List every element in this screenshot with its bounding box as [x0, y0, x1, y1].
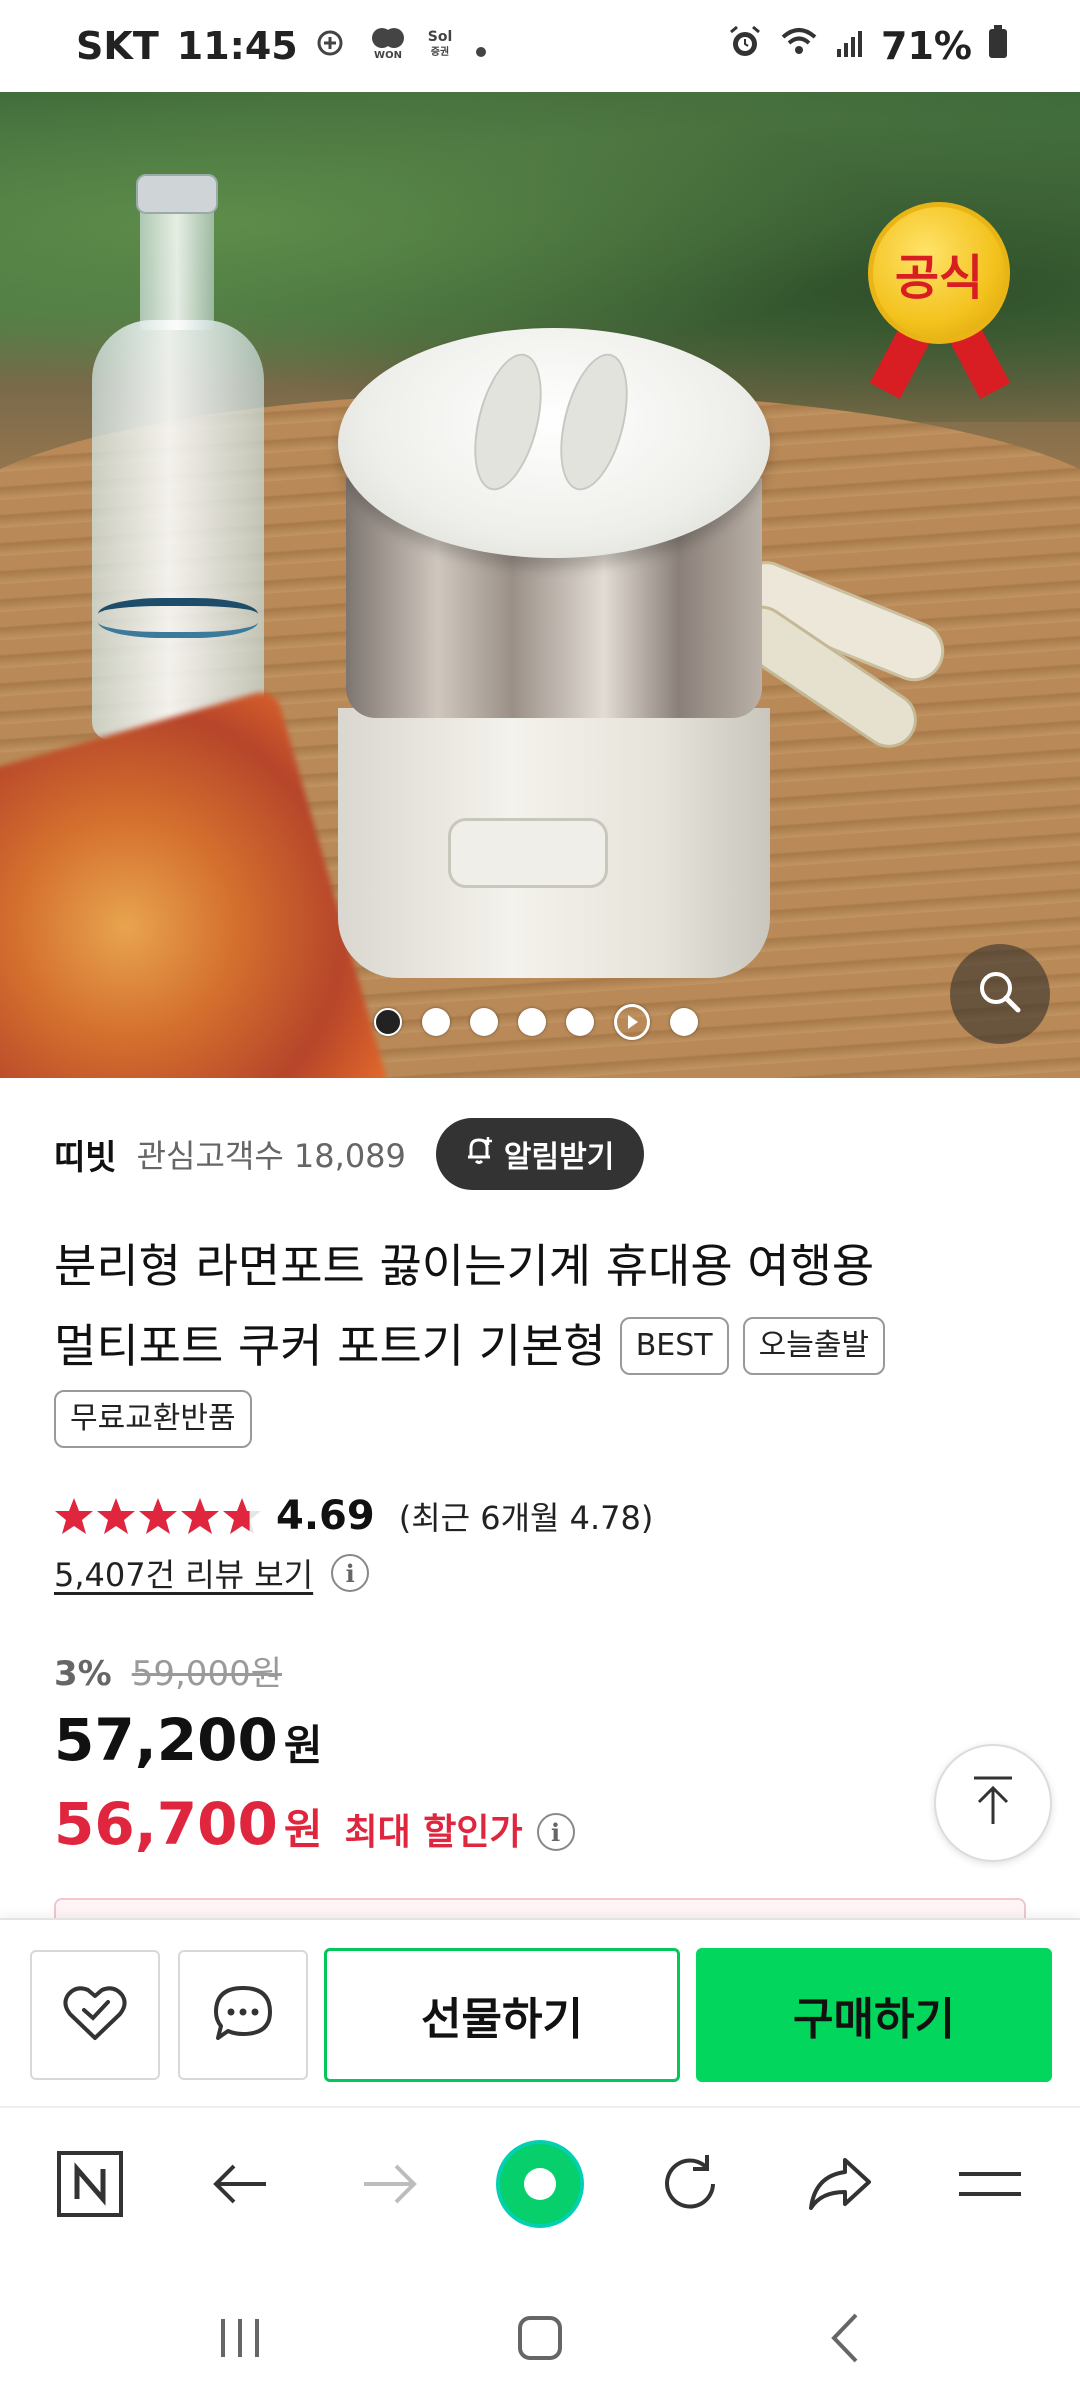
zoom-button[interactable] — [950, 944, 1050, 1044]
glass-bottle — [92, 174, 264, 740]
carousel-dot[interactable] — [670, 1008, 698, 1036]
recents-icon[interactable] — [200, 2298, 280, 2378]
star-icon — [139, 1498, 177, 1534]
talk-talk-button[interactable] — [178, 1950, 308, 2080]
sale-price: 57,200 — [54, 1706, 278, 1774]
product-title-line1: 분리형 라면포트 끓이는기계 휴대용 여행용 — [54, 1239, 875, 1293]
discount-percent: 3% — [54, 1654, 112, 1694]
star-icon — [181, 1498, 219, 1534]
official-badge-text: 공식 — [894, 250, 984, 306]
buy-button[interactable]: 구매하기 — [696, 1948, 1052, 2082]
carousel-dot[interactable] — [566, 1008, 594, 1036]
tag-free-return: 무료교환반품 — [54, 1390, 252, 1448]
browser-toolbar — [0, 2106, 1080, 2258]
green-dot-icon[interactable] — [496, 2140, 584, 2228]
wishlist-button[interactable] — [30, 1950, 160, 2080]
svg-text:Sol: Sol — [427, 29, 452, 45]
wifi-icon — [779, 24, 819, 68]
star-icon — [97, 1498, 135, 1534]
arrow-up-to-top-icon — [968, 1774, 1018, 1832]
carousel-dot[interactable] — [518, 1008, 546, 1036]
back-icon[interactable] — [806, 2298, 886, 2378]
max-price-info-icon[interactable]: i — [536, 1813, 575, 1851]
won-icon: WON — [368, 26, 408, 67]
refresh-icon[interactable] — [646, 2140, 734, 2228]
battery-percent: 71% — [881, 24, 972, 68]
rating-score: 4.69 — [276, 1493, 375, 1539]
naver-home-icon[interactable] — [46, 2140, 134, 2228]
max-price-unit: 원 — [283, 1805, 323, 1854]
rating-summary: 4.69 (최근 6개월 4.78) — [54, 1486, 653, 1546]
search-icon — [975, 967, 1025, 1021]
carousel-dot-video[interactable] — [614, 1004, 650, 1040]
product-image-carousel[interactable]: 공식 — [0, 92, 1080, 1078]
dot-icon — [474, 24, 488, 68]
status-bar: SKT 11:45 WON Sol 증권 71% — [0, 0, 1080, 92]
running-icon — [316, 28, 350, 65]
original-price: 59,000원 — [131, 1654, 282, 1694]
battery-icon — [988, 24, 1008, 68]
max-discount-label: 최대 할인가 — [344, 1812, 523, 1853]
notify-label: 알림받기 — [503, 1140, 615, 1175]
sale-price-unit: 원 — [283, 1721, 323, 1770]
bell-plus-icon — [462, 1133, 496, 1175]
gift-button[interactable]: 선물하기 — [324, 1948, 680, 2082]
tag-best: BEST — [619, 1317, 729, 1375]
forward-arrow-icon[interactable] — [346, 2140, 434, 2228]
carousel-dot[interactable] — [470, 1008, 498, 1036]
system-navigation-bar — [0, 2258, 1080, 2400]
max-discount-price: 56,700 — [54, 1790, 278, 1858]
product-title-line2: 멀티포트 쿠커 포트기 기본형 — [54, 1319, 606, 1373]
carousel-dot-active[interactable] — [374, 1008, 402, 1036]
purchase-action-bar: 선물하기 구매하기 — [0, 1918, 1080, 2106]
notify-button[interactable]: 알림받기 — [435, 1118, 645, 1190]
multi-pot-product — [338, 328, 954, 978]
svg-text:WON: WON — [374, 50, 402, 60]
tag-today-shipping: 오늘출발 — [742, 1317, 886, 1375]
sol-securities-icon: Sol 증권 — [426, 27, 456, 66]
back-arrow-icon[interactable] — [196, 2140, 284, 2228]
rating-recent: (최근 6개월 4.78) — [398, 1499, 654, 1537]
carrier-label: SKT — [76, 24, 159, 68]
heart-check-icon — [60, 1982, 130, 2048]
home-icon[interactable] — [500, 2298, 580, 2378]
star-icon — [55, 1498, 93, 1534]
product-title: 분리형 라면포트 끓이는기계 휴대용 여행용 멀티포트 쿠커 포트기 기본형 B… — [54, 1226, 1054, 1386]
info-icon[interactable]: i — [331, 1554, 370, 1592]
scroll-top-button[interactable] — [934, 1744, 1052, 1862]
follower-count: 관심고객수 18,089 — [136, 1137, 406, 1175]
play-icon — [628, 1015, 638, 1029]
carousel-indicator — [374, 1004, 698, 1040]
carousel-dot[interactable] — [422, 1008, 450, 1036]
star-icon — [223, 1498, 261, 1534]
svg-text:증권: 증권 — [431, 46, 449, 58]
chat-bubble-icon — [210, 1982, 276, 2048]
official-badge: 공식 — [858, 202, 1020, 399]
review-link[interactable]: 5,407건 리뷰 보기 — [54, 1550, 313, 1596]
store-name[interactable]: 띠빗 — [54, 1130, 117, 1179]
store-info: 띠빗 관심고객수 18,089 알림받기 — [54, 1118, 645, 1190]
signal-icon — [835, 24, 865, 68]
share-icon[interactable] — [796, 2140, 884, 2228]
menu-icon[interactable] — [946, 2140, 1034, 2228]
star-rating — [54, 1496, 262, 1536]
alarm-icon — [727, 24, 763, 69]
clock: 11:45 — [176, 24, 298, 68]
price-block: 3% 59,000원 57,200 원 56,700 원 최대 할인가 i — [54, 1646, 954, 1874]
